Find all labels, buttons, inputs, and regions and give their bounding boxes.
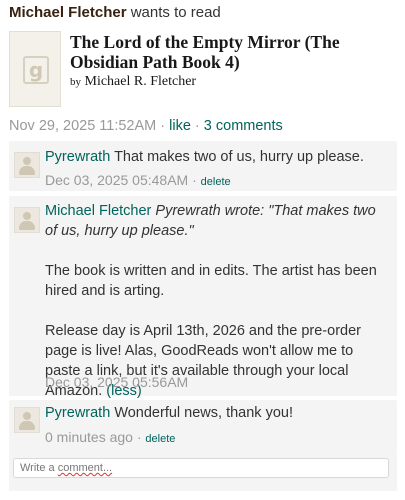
comment-author-link[interactable]: Pyrewrath: [45, 149, 110, 165]
user-avatar-icon[interactable]: [14, 407, 40, 433]
book-byline: by Michael R. Fletcher: [70, 74, 196, 90]
time-separator: ·: [132, 429, 146, 445]
comment-form: Write a comment...: [9, 451, 397, 491]
comment-time-row: 0 minutes ago · delete: [45, 429, 175, 445]
comment-body: Pyrewrath Wonderful news, thank you!: [45, 403, 389, 423]
like-link[interactable]: like: [169, 118, 191, 134]
comments-count-link[interactable]: 3 comments: [204, 118, 283, 134]
comment-item: Michael Fletcher Pyrewrath wrote: "That …: [9, 196, 397, 399]
comment-placeholder-spellcheck: comment...: [57, 462, 113, 474]
comment-item: Pyrewrath That makes two of us, hurry up…: [9, 141, 397, 191]
book-card: g The Lord of the Empty Mirror (The Obsi…: [9, 31, 399, 111]
meta-separator: ·: [156, 118, 170, 134]
comment-text: That makes two of us, hurry up please.: [114, 149, 364, 165]
book-title-link[interactable]: The Lord of the Empty Mirror (The Obsidi…: [70, 32, 390, 72]
comment-input[interactable]: Write a comment...: [13, 458, 389, 478]
comment-time-row: Dec 03, 2025 05:48AM · delete: [45, 172, 231, 188]
activity-header: Michael Fletcher wants to read: [9, 4, 221, 21]
book-author-link[interactable]: Michael R. Fletcher: [85, 74, 197, 89]
comment-timestamp[interactable]: Dec 03, 2025 05:48AM: [45, 172, 188, 188]
comment-timestamp[interactable]: Dec 03, 2025 05:56AM: [45, 374, 188, 390]
comment-body: Pyrewrath That makes two of us, hurry up…: [45, 147, 389, 167]
comment-author-link[interactable]: Michael Fletcher: [45, 203, 151, 219]
comment-paragraph: The book is written and in edits. The ar…: [45, 263, 377, 299]
comment-body: Michael Fletcher Pyrewrath wrote: "That …: [45, 201, 389, 401]
activity-meta: Nov 29, 2025 11:52AM · like · 3 comments: [9, 118, 283, 134]
meta-separator: ·: [190, 118, 204, 134]
book-cover[interactable]: g: [9, 31, 61, 107]
comment-text: Wonderful news, thank you!: [114, 405, 293, 421]
by-label: by: [70, 76, 81, 88]
comment-item: Pyrewrath Wonderful news, thank you! 0 m…: [9, 400, 397, 451]
comment-placeholder: Write a: [20, 462, 58, 474]
goodreads-g-icon: g: [23, 56, 49, 84]
delete-comment-link[interactable]: delete: [201, 176, 231, 188]
user-avatar-icon[interactable]: [14, 207, 40, 233]
comment-author-link[interactable]: Pyrewrath: [45, 405, 110, 421]
activity-timestamp[interactable]: Nov 29, 2025 11:52AM: [9, 118, 156, 134]
time-separator: ·: [188, 172, 201, 188]
comment-timestamp[interactable]: 0 minutes ago: [45, 429, 133, 445]
user-avatar-icon[interactable]: [14, 152, 40, 178]
activity-action: wants to read: [130, 4, 221, 21]
activity-user-link[interactable]: Michael Fletcher: [9, 4, 127, 21]
comment-time-row: Dec 03, 2025 05:56AM: [45, 374, 188, 390]
delete-comment-link[interactable]: delete: [145, 433, 175, 445]
